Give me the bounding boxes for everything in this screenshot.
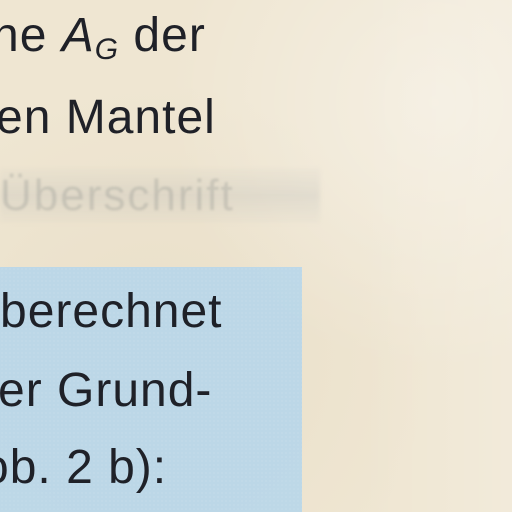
text-line-5: ob. 2 b):: [0, 441, 168, 494]
text-line-1-before: ne: [0, 9, 48, 62]
faded-heading-text: Überschrift: [0, 171, 235, 220]
text-line-2: en Mantel: [0, 91, 216, 144]
text-line-1-after: der: [119, 9, 206, 62]
text-line-1: ne AG der: [0, 10, 206, 68]
formula-subscript-g: G: [94, 33, 120, 66]
text-line-4: er Grund-: [0, 364, 213, 417]
formula-symbol-a: A: [61, 9, 95, 62]
text-line-3: berechnet: [0, 285, 223, 338]
